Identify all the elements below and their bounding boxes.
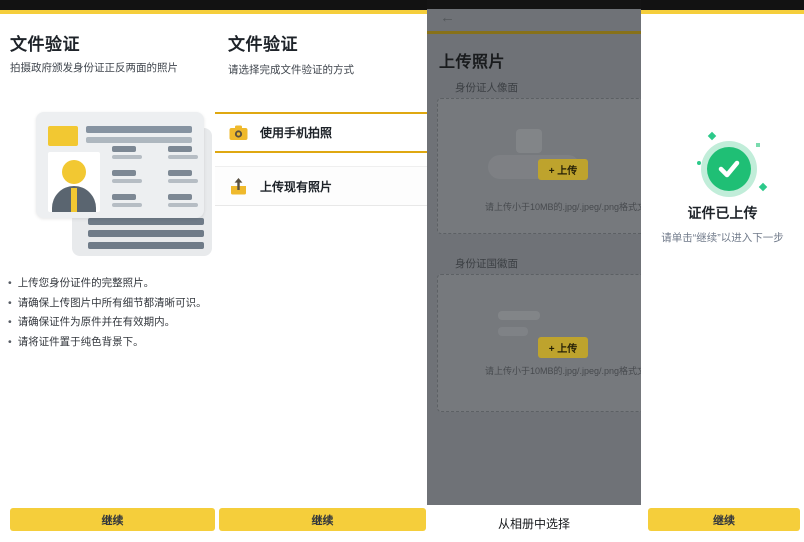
page-subtitle: 拍摄政府颁发身份证正反两面的照片 [10, 60, 178, 75]
page-title: 文件验证 [228, 30, 298, 55]
sparkle-icon [759, 183, 767, 191]
card-field-line [112, 194, 136, 200]
card-field-line [168, 170, 192, 176]
panel-document-instructions: 文件验证 拍摄政府颁发身份证正反两面的照片 [0, 0, 215, 505]
bullet-dot: • [8, 294, 12, 314]
sparkle-icon [756, 143, 760, 147]
instruction-item: • 请将证件置于纯色背景下。 [8, 333, 212, 353]
bullet-dot: • [8, 333, 12, 353]
success-title: 证件已上传 [641, 203, 804, 223]
card-header-line [86, 126, 192, 133]
top-black-bar [427, 0, 641, 9]
card-field-line [112, 203, 142, 207]
dimmed-accent-line [427, 31, 641, 34]
card-field-line [112, 146, 136, 152]
upload-back-button[interactable]: + 上传 [538, 337, 588, 358]
instruction-text: 请将证件置于纯色背景下。 [18, 333, 144, 353]
id-card-front-graphic [36, 112, 204, 218]
continue-button-success[interactable]: 继续 [648, 508, 800, 531]
instruction-text: 请确保上传图片中所有细节都清晰可识。 [18, 294, 207, 314]
check-circle [707, 147, 751, 191]
card-field-line [168, 146, 192, 152]
id-back-label: 身份证国徽面 [455, 256, 518, 271]
sparkle-icon [708, 132, 716, 140]
option-label: 上传现有照片 [260, 178, 332, 195]
ghost-graphic [516, 129, 542, 153]
card-field-line [168, 179, 198, 183]
instruction-item: • 上传您身份证件的完整照片。 [8, 274, 212, 294]
option-upload-existing[interactable]: 上传现有照片 [215, 166, 427, 206]
panel-upload-success: 证件已上传 请单击“继续”以进入下一步 [641, 0, 804, 505]
upload-icon [229, 177, 248, 195]
instruction-item: • 请确保证件为原件并在有效期内。 [8, 313, 212, 333]
upload-page-title: 上传照片 [439, 48, 505, 72]
instruction-text: 请确保证件为原件并在有效期内。 [18, 313, 176, 333]
continue-button-instructions[interactable]: 继续 [10, 508, 215, 531]
option-take-photo[interactable]: 使用手机拍照 [215, 112, 427, 153]
success-check-icon [701, 141, 757, 197]
card-text-line [88, 230, 204, 237]
bullet-dot: • [8, 274, 12, 294]
portrait-head [62, 160, 86, 184]
camera-icon [229, 124, 248, 142]
bullet-dot: • [8, 313, 12, 333]
instruction-list: • 上传您身份证件的完整照片。 • 请确保上传图片中所有细节都清晰可识。 • 请确保证… [8, 274, 212, 352]
id-front-label: 身份证人像面 [455, 80, 518, 95]
id-card-illustration [0, 100, 215, 260]
upload-back-hint: 请上传小于10MB的.jpg/.jpeg/.png格式文件 [485, 364, 641, 377]
card-text-line [88, 242, 204, 249]
card-text-line [88, 218, 204, 225]
page-subtitle: 请选择完成文件验证的方式 [228, 62, 354, 77]
card-portrait [48, 152, 100, 212]
option-label: 使用手机拍照 [260, 124, 332, 141]
ghost-graphic [498, 311, 540, 320]
card-field-line [168, 203, 198, 207]
continue-button-method[interactable]: 继续 [219, 508, 426, 531]
instruction-text: 上传您身份证件的完整照片。 [18, 274, 155, 294]
panel-verification-method: 文件验证 请选择完成文件验证的方式 使用手机拍照 上 [215, 0, 427, 505]
card-field-line [112, 155, 142, 159]
sparkle-icon [697, 161, 701, 165]
back-arrow-icon[interactable]: ← [440, 9, 455, 27]
choose-from-album-button[interactable]: 从相册中选择 [427, 505, 641, 542]
card-field-line [168, 155, 198, 159]
card-header-line [86, 137, 192, 143]
card-field-line [112, 179, 142, 183]
upload-front-button[interactable]: + 上传 [538, 159, 588, 180]
page-title: 文件验证 [10, 30, 80, 55]
card-field-line [168, 194, 192, 200]
ghost-graphic [498, 327, 528, 336]
panel-upload-photos-dimmed: ← 上传照片 身份证人像面 + 上传 请上传小于10MB的.jpg/.jpeg/… [427, 0, 641, 505]
upload-front-hint: 请上传小于10MB的.jpg/.jpeg/.png格式文件 [485, 200, 641, 213]
kyc-verification-screen: 文件验证 拍摄政府颁发身份证正反两面的照片 [0, 0, 804, 542]
instruction-item: • 请确保上传图片中所有细节都清晰可识。 [8, 294, 212, 314]
success-subtitle: 请单击“继续”以进入下一步 [641, 230, 804, 245]
card-field-line [112, 170, 136, 176]
card-flag-chip [48, 126, 78, 146]
portrait-tie [71, 188, 77, 212]
